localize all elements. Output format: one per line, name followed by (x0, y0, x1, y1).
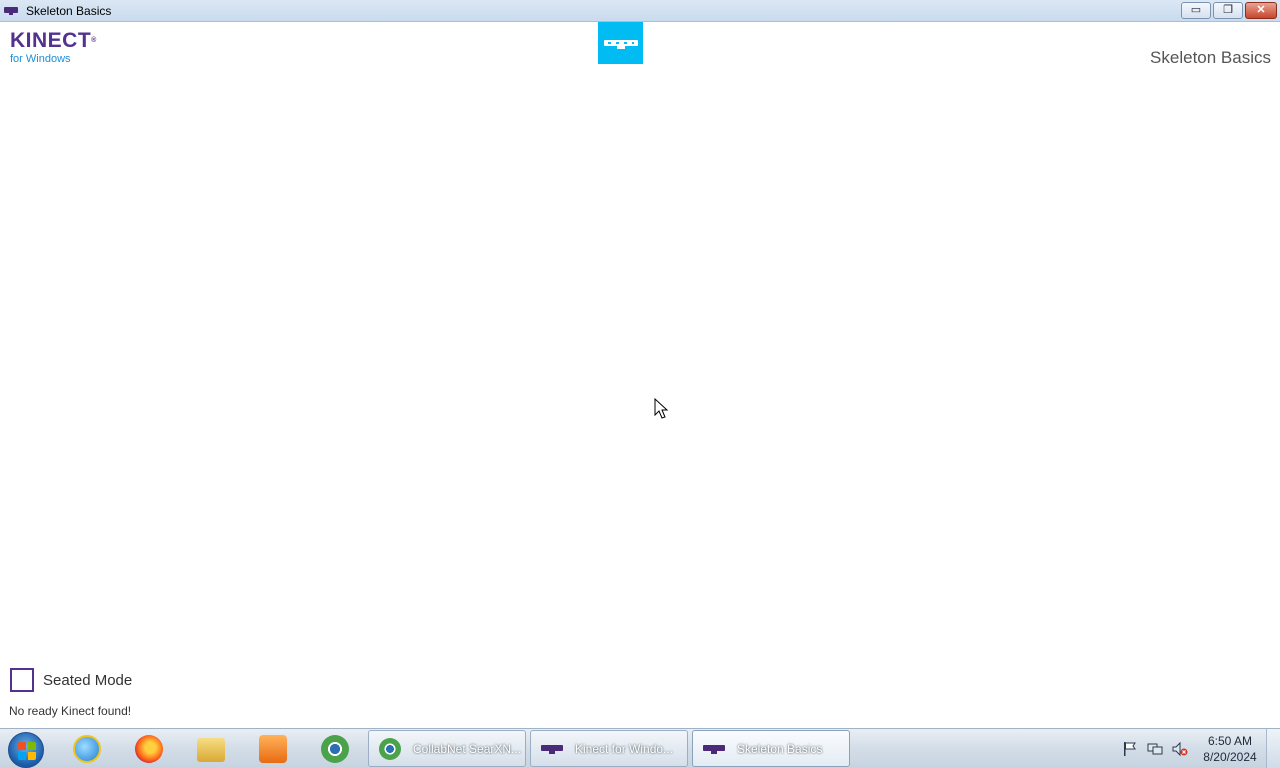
seated-mode-checkbox[interactable]: Seated Mode (10, 668, 132, 692)
close-button[interactable]: ✕ (1245, 2, 1277, 19)
seated-mode-label[interactable]: Seated Mode (43, 672, 132, 689)
pinned-media-player[interactable] (246, 731, 298, 767)
taskbar: CollabNet SearXN... Kinect for Windo... … (0, 728, 1280, 768)
browser-icon (379, 738, 401, 760)
taskbar-item-label: CollabNet SearXN... (413, 742, 522, 756)
taskbar-item-label: Skeleton Basics (737, 742, 823, 756)
logo-subtitle: for Windows (10, 53, 71, 65)
media-player-icon (259, 735, 287, 763)
maximize-button[interactable]: ❐ (1213, 2, 1243, 19)
logo-word: KINECT (10, 29, 92, 52)
taskbar-clock[interactable]: 6:50 AM 8/20/2024 (1196, 733, 1264, 765)
kinect-sensor-icon (598, 22, 643, 64)
kinect-icon (541, 740, 563, 758)
start-button[interactable] (8, 732, 44, 768)
volume-muted-icon[interactable] (1172, 741, 1188, 757)
kinect-app-icon (4, 7, 18, 15)
clock-date: 8/20/2024 (1203, 750, 1257, 764)
minimize-button[interactable]: ▭ (1181, 2, 1211, 19)
status-text: No ready Kinect found! (9, 704, 132, 718)
checkbox-box[interactable] (10, 668, 34, 692)
kinect-logo: KINECT® for Windows (10, 29, 97, 66)
file-explorer-icon (197, 738, 225, 762)
pinned-internet-explorer[interactable] (60, 731, 112, 767)
browser-icon (321, 735, 349, 763)
taskbar-item-skeleton-basics[interactable]: Skeleton Basics (692, 730, 850, 767)
pinned-browser[interactable] (308, 731, 360, 767)
app-title: Skeleton Basics (1150, 48, 1271, 67)
pinned-firefox[interactable] (122, 731, 174, 767)
firefox-icon (135, 735, 163, 763)
windows-logo-icon (18, 742, 36, 760)
window-titlebar[interactable]: Skeleton Basics ▭ ❐ ✕ (0, 0, 1280, 22)
kinect-icon (703, 740, 725, 758)
taskbar-item-label: Kinect for Windo... (575, 742, 674, 756)
mouse-cursor-icon (654, 398, 669, 419)
window-title: Skeleton Basics (26, 4, 112, 18)
skeleton-basics-window: Skeleton Basics ▭ ❐ ✕ KINECT® for Window… (0, 0, 1280, 768)
taskbar-item-collabnet[interactable]: CollabNet SearXN... (368, 730, 526, 767)
show-desktop-button[interactable] (1266, 729, 1280, 768)
logo-trademark: ® (91, 37, 97, 44)
clock-time: 6:50 AM (1207, 734, 1253, 748)
taskbar-item-kinect-for-windows[interactable]: Kinect for Windo... (530, 730, 688, 767)
pinned-file-explorer[interactable] (184, 731, 236, 767)
network-icon[interactable] (1147, 741, 1163, 757)
internet-explorer-icon (73, 735, 101, 763)
action-center-flag-icon[interactable] (1122, 741, 1138, 757)
